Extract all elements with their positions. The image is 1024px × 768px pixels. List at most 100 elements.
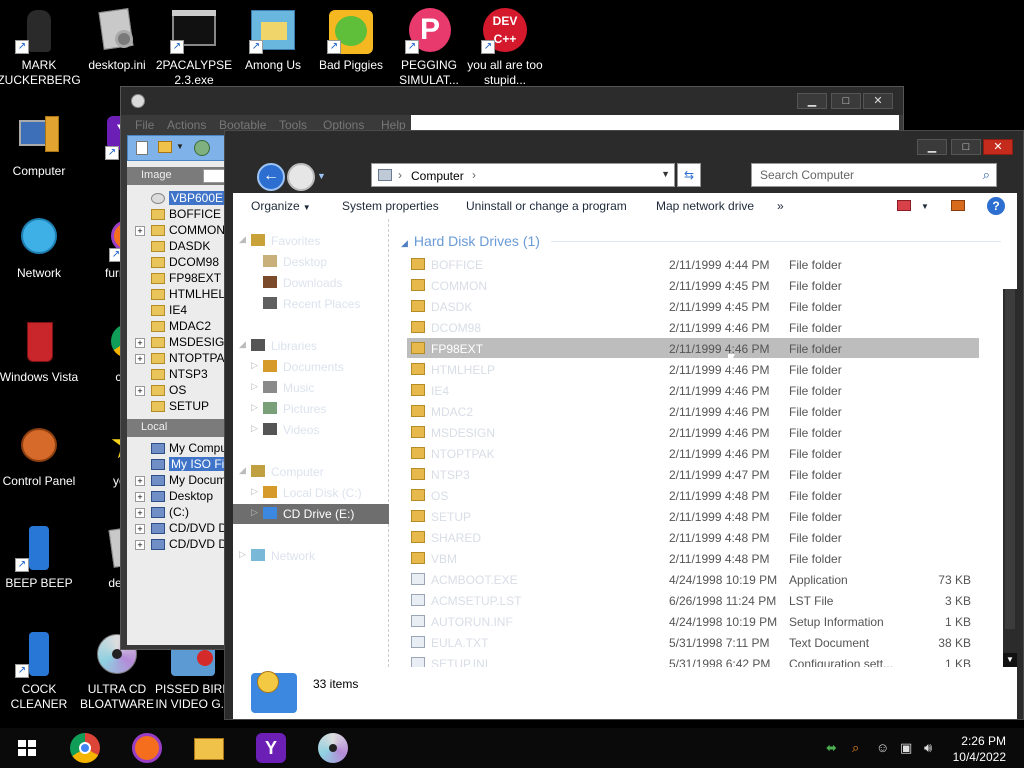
scroll-down-icon[interactable]: ▼	[1003, 653, 1017, 667]
nav-desktop[interactable]: Desktop	[233, 252, 389, 272]
image-tree-item[interactable]: DCOM98	[127, 255, 227, 271]
expand-plus-icon[interactable]: +	[135, 353, 145, 364]
desktop-icon-pegging-simulator[interactable]: P ↗ PEGGING SIMULAT...	[386, 6, 472, 88]
search-icon[interactable]: ⌕	[983, 167, 990, 183]
expand-plus-icon[interactable]: +	[135, 337, 145, 348]
preview-pane-icon[interactable]	[951, 200, 965, 211]
collapse-triangle-icon[interactable]: ◢	[239, 339, 246, 350]
desktop-icon-computer[interactable]: Computer	[0, 112, 82, 179]
local-tree-item[interactable]: + My Docum	[127, 473, 227, 489]
clock[interactable]: 2:26 PM 10/4/2022	[953, 733, 1006, 765]
image-tree-item[interactable]: + OS	[127, 383, 227, 399]
change-view-icon[interactable]	[897, 200, 911, 211]
maximize-button[interactable]: □	[831, 93, 861, 109]
desktop-icon-desktop-ini[interactable]: desktop.ini	[74, 6, 160, 73]
nav-downloads[interactable]: Downloads	[233, 273, 389, 293]
emoji-tray-icon[interactable]: ☺	[876, 740, 889, 755]
expand-triangle-icon[interactable]: ▷	[251, 360, 258, 371]
image-tree-item[interactable]: + COMMON	[127, 223, 227, 239]
file-row[interactable]: COMMON 2/11/1999 4:45 PM File folder	[407, 275, 979, 295]
expand-triangle-icon[interactable]: ▷	[251, 402, 258, 413]
local-tree-item[interactable]: + (C:)	[127, 505, 227, 521]
local-tree-item[interactable]: My ISO File	[127, 457, 227, 473]
file-row[interactable]: SHARED 2/11/1999 4:48 PM File folder	[407, 527, 979, 547]
uninstall-program-button[interactable]: Uninstall or change a program	[466, 199, 627, 213]
desktop-icon-mark-zuckerberg[interactable]: ↗ MARK ZUCKERBERG	[0, 6, 82, 88]
file-row[interactable]: DASDK 2/11/1999 4:45 PM File folder	[407, 296, 979, 316]
close-button[interactable]: ✕	[983, 139, 1013, 155]
file-row[interactable]: SETUP.INI 5/31/1998 6:42 PM Configuration …	[407, 653, 979, 667]
local-tree-item[interactable]: + CD/DVD D	[127, 537, 227, 553]
file-row[interactable]: DCOM98 2/11/1999 4:46 PM File folder	[407, 317, 979, 337]
file-row[interactable]: ACMBOOT.EXE 4/24/1998 10:19 PM Application…	[407, 569, 979, 589]
expand-triangle-icon[interactable]: ▷	[251, 507, 258, 518]
open-folder-icon[interactable]	[158, 141, 172, 153]
nav-pictures[interactable]: ▷ Pictures	[233, 399, 389, 419]
image-tree-item[interactable]: MDAC2	[127, 319, 227, 335]
maximize-button[interactable]: □	[951, 139, 981, 155]
group-header[interactable]: ◢ Hard Disk Drives (1)	[401, 233, 540, 249]
menu-file[interactable]: File	[135, 118, 154, 132]
refresh-icon[interactable]: ⇆	[677, 163, 701, 187]
nav-computer[interactable]: ◢ Computer	[233, 462, 389, 482]
search-input[interactable]: Search Computer ⌕	[751, 163, 997, 187]
expand-triangle-icon[interactable]: ▷	[251, 486, 258, 497]
image-tree-item[interactable]: IE4	[127, 303, 227, 319]
local-tree-item[interactable]: + CD/DVD D	[127, 521, 227, 537]
more-commands-button[interactable]: »	[777, 199, 784, 213]
dropdown-arrow-icon[interactable]: ▼	[176, 142, 184, 151]
chrome-taskbar-icon[interactable]	[66, 732, 106, 764]
file-row[interactable]: NTSP3 2/11/1999 4:47 PM File folder	[407, 464, 979, 484]
file-explorer-taskbar-icon[interactable]	[190, 732, 230, 764]
image-tree-item[interactable]: + MSDESIGN	[127, 335, 227, 351]
local-tree-item[interactable]: My Computer	[127, 441, 227, 457]
title-bar[interactable]: ▁ □ ✕	[121, 87, 903, 115]
file-row[interactable]: SETUP 2/11/1999 4:48 PM File folder	[407, 506, 979, 526]
expand-triangle-icon[interactable]: ▷	[251, 423, 258, 434]
nav-music[interactable]: ▷ Music	[233, 378, 389, 398]
image-tree-item[interactable]: BOFFICE	[127, 207, 227, 223]
expand-plus-icon[interactable]: +	[135, 475, 145, 486]
file-row[interactable]: NTOPTPAK 2/11/1999 4:46 PM File folder	[407, 443, 979, 463]
desktop-icon-2pacalypse[interactable]: ↗ 2PACALYPSE 2.3.exe	[151, 6, 237, 88]
image-tree-item[interactable]: DASDK	[127, 239, 227, 255]
file-row[interactable]: IE4 2/11/1999 4:46 PM File folder	[407, 380, 979, 400]
file-row[interactable]: MDAC2 2/11/1999 4:46 PM File folder	[407, 401, 979, 421]
new-file-icon[interactable]	[136, 141, 148, 155]
system-properties-button[interactable]: System properties	[342, 199, 439, 213]
search-tray-icon[interactable]: ⌕	[852, 740, 859, 756]
desktop-icon-control-panel[interactable]: Control Panel	[0, 422, 82, 489]
collapse-triangle-icon[interactable]: ◢	[239, 234, 246, 245]
menu-actions[interactable]: Actions	[167, 118, 206, 132]
nav-favorites[interactable]: ◢ Favorites	[233, 231, 389, 251]
image-tree-item[interactable]: FP98EXT	[127, 271, 227, 287]
nav-network[interactable]: ▷ Network	[233, 546, 389, 566]
breadcrumb-computer[interactable]: Computer	[411, 169, 464, 183]
file-row[interactable]: EULA.TXT 5/31/1998 7:11 PM Text Document 38…	[407, 632, 979, 652]
collapse-triangle-icon[interactable]: ◢	[239, 465, 246, 476]
expand-plus-icon[interactable]: +	[135, 539, 145, 550]
breadcrumb-separator-icon[interactable]: ›	[398, 168, 402, 182]
file-row[interactable]: MSDESIGN 2/11/1999 4:46 PM File folder	[407, 422, 979, 442]
desktop-icon-bad-piggies[interactable]: ↗ Bad Piggies	[308, 6, 394, 73]
expand-plus-icon[interactable]: +	[135, 523, 145, 534]
firefox-taskbar-icon[interactable]	[128, 732, 168, 764]
file-row[interactable]: ACMSETUP.LST 6/26/1998 11:24 PM LST File 3 …	[407, 590, 979, 610]
history-dropdown-icon[interactable]: ▼	[317, 171, 326, 181]
desktop-icon-cock-cleaner[interactable]: ↗ COCK CLEANER	[0, 630, 82, 712]
nav-libraries[interactable]: ◢ Libraries	[233, 336, 389, 356]
organize-button[interactable]: Organize ▼	[251, 199, 311, 213]
compress-icon[interactable]	[194, 140, 210, 156]
expand-plus-icon[interactable]: +	[135, 491, 145, 502]
explorer-window[interactable]: ▁ □ ✕ ← ▼ › Computer › ▼ ⇆ Search Comput…	[224, 130, 1024, 720]
network-status-icon[interactable]: ⬌	[826, 740, 837, 756]
minimize-button[interactable]: ▁	[797, 93, 827, 109]
file-row[interactable]: HTMLHELP 2/11/1999 4:46 PM File folder	[407, 359, 979, 379]
image-tree-item[interactable]: SETUP	[127, 399, 227, 415]
nav-local-disk-c[interactable]: ▷ Local Disk (C:)	[233, 483, 389, 503]
image-tree-item[interactable]: + NTOPTPA	[127, 351, 227, 367]
file-row[interactable]: VBM 2/11/1999 4:48 PM File folder	[407, 548, 979, 568]
address-dropdown-icon[interactable]: ▼	[661, 169, 670, 179]
vertical-scrollbar[interactable]: ▼	[1003, 289, 1017, 667]
image-tree-item[interactable]: NTSP3	[127, 367, 227, 383]
